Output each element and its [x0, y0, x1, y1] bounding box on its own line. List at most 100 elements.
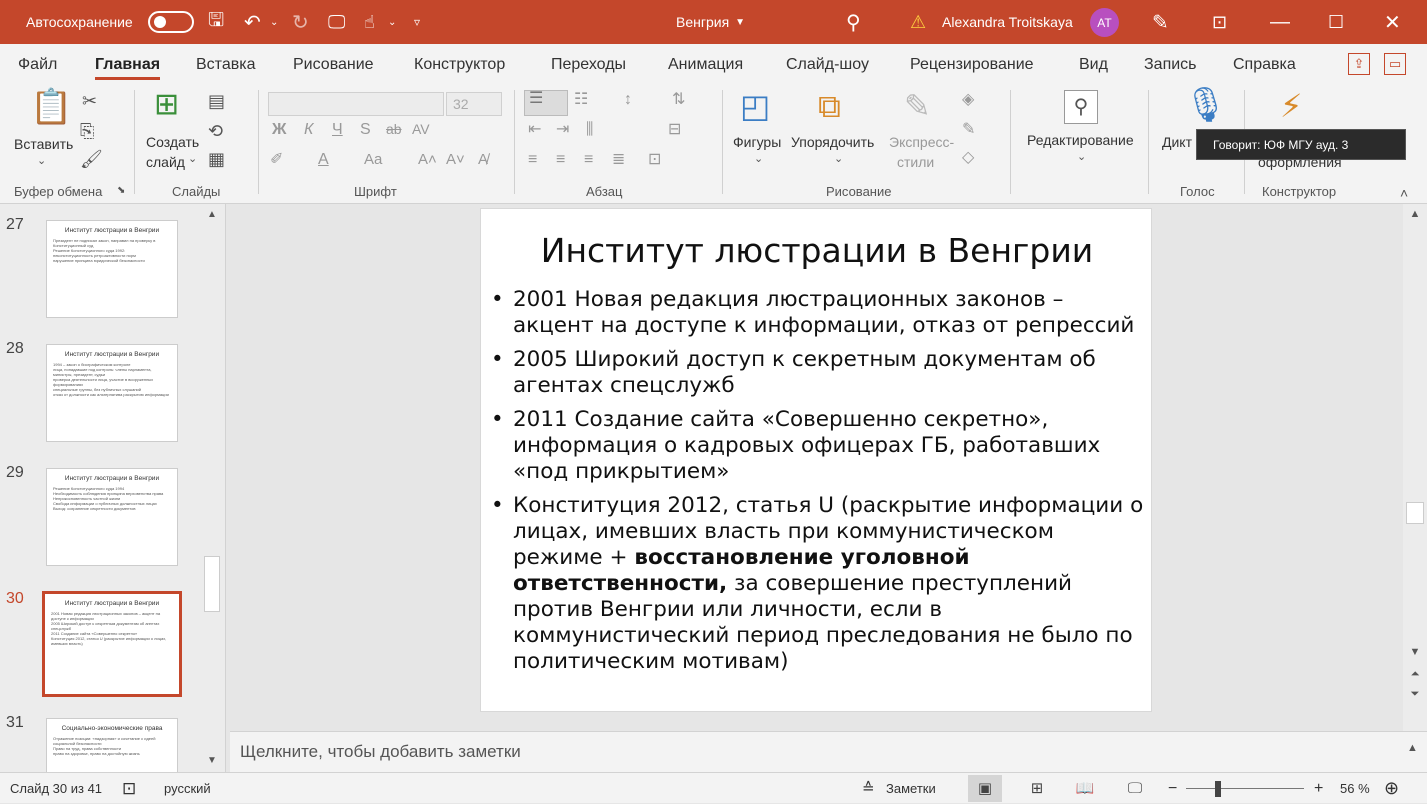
columns-icon[interactable]: ⫼ — [586, 122, 593, 138]
avatar[interactable]: AT — [1090, 8, 1119, 37]
shadow-icon[interactable]: S — [360, 122, 371, 138]
slide-thumbnail-30[interactable]: Институт люстрации в Венгрии 2001 Новая … — [42, 591, 182, 697]
next-slide-icon[interactable]: ⏷ — [1403, 688, 1427, 701]
warning-icon[interactable]: ⚠ — [910, 0, 926, 44]
decrease-indent-icon[interactable]: ⇤ — [528, 122, 541, 138]
notes-pane[interactable]: Щелкните, чтобы добавить заметки ▲ — [230, 731, 1427, 772]
tab-file[interactable]: Файл — [18, 44, 57, 84]
share-icon[interactable]: ⇪ — [1348, 53, 1370, 75]
reset-icon[interactable]: ⟲ — [208, 122, 223, 140]
reading-view-icon[interactable]: 📖 — [1068, 775, 1102, 802]
shape-fill-icon[interactable]: ◈ — [962, 92, 974, 108]
smartart-icon[interactable]: ⊡ — [648, 152, 661, 168]
arrange-button[interactable]: Упорядочить — [791, 134, 874, 150]
tab-home[interactable]: Главная — [95, 44, 161, 84]
undo-dropdown-icon[interactable]: ⌄ — [270, 0, 278, 44]
comments-icon[interactable]: ▭ — [1384, 53, 1406, 75]
slide-thumbnail-29[interactable]: Институт люстрации в Венгрии Решение Кон… — [46, 468, 178, 566]
notes-icon[interactable]: ≙ — [862, 773, 875, 804]
quick-styles-icon[interactable]: ✎ — [904, 90, 931, 122]
microphone-icon[interactable]: 🎙 — [1184, 88, 1227, 122]
editing-dropdown-icon[interactable]: ⌄ — [1077, 152, 1086, 163]
zoom-in-icon[interactable]: + — [1314, 773, 1323, 804]
slide-counter[interactable]: Слайд 30 из 41 — [10, 773, 102, 804]
save-icon[interactable]: 🖫 — [208, 0, 224, 44]
undo-icon[interactable]: ↶ — [244, 0, 261, 44]
tab-transitions[interactable]: Переходы — [551, 44, 626, 84]
slide-title[interactable]: Институт люстрации в Венгрии — [481, 231, 1153, 270]
shapes-button[interactable]: Фигуры — [733, 134, 781, 150]
justify-icon[interactable]: ≣ — [612, 152, 625, 168]
notes-placeholder[interactable]: Щелкните, чтобы добавить заметки — [240, 742, 521, 762]
slideshow-view-icon[interactable]: 🖵 — [1118, 775, 1152, 802]
tab-view[interactable]: Вид — [1079, 44, 1108, 84]
align-right-icon[interactable]: ≡ — [584, 152, 593, 168]
pen-icon[interactable]: ✎ — [1152, 0, 1169, 44]
char-spacing-icon[interactable]: AV — [412, 122, 430, 136]
close-icon[interactable]: ✕ — [1384, 0, 1401, 44]
shape-effects-icon[interactable]: ◇ — [962, 150, 974, 166]
search-icon[interactable]: ⚲ — [846, 0, 861, 44]
strikethrough-icon[interactable]: ab — [386, 122, 402, 136]
clear-formatting-icon[interactable]: A̸ — [478, 152, 488, 167]
font-name-combobox[interactable] — [268, 92, 444, 116]
section-icon[interactable]: ▦ — [208, 150, 225, 168]
notes-scroll-icon[interactable]: ▲ — [1407, 742, 1418, 754]
present-icon[interactable]: 🖵 — [328, 0, 345, 44]
paste-button[interactable]: Вставить — [14, 136, 73, 152]
tab-insert[interactable]: Вставка — [196, 44, 255, 84]
tab-help[interactable]: Справка — [1233, 44, 1296, 84]
editing-button[interactable]: Редактирование — [1027, 132, 1134, 148]
thumbnails-scrollbar[interactable]: ▲ ▼ — [202, 204, 222, 772]
italic-icon[interactable]: К — [304, 122, 313, 138]
scroll-up-icon[interactable]: ▲ — [1403, 208, 1427, 220]
underline-icon[interactable]: Ч — [332, 122, 343, 138]
shapes-icon[interactable]: ◰ — [740, 90, 770, 122]
paste-icon[interactable]: 📋 — [30, 90, 72, 124]
shrink-font-icon[interactable]: A˅ — [446, 152, 465, 167]
arrange-icon[interactable]: ⧉ — [818, 90, 841, 122]
new-slide-icon[interactable]: ⊞ — [154, 90, 179, 120]
new-slide-button-line2[interactable]: слайд — [146, 154, 185, 170]
tab-design[interactable]: Конструктор — [414, 44, 505, 84]
font-color-icon[interactable]: A — [318, 152, 329, 168]
quick-styles-line1[interactable]: Экспресс- — [889, 134, 954, 150]
collapse-ribbon-icon[interactable]: ˄ — [1400, 186, 1408, 200]
document-title[interactable]: Венгрия ▼ — [676, 0, 745, 44]
arrange-dropdown-icon[interactable]: ⌄ — [834, 154, 843, 165]
previous-slide-icon[interactable]: ⏶ — [1403, 668, 1427, 681]
accessibility-icon[interactable]: ⊡ — [122, 773, 136, 804]
touch-mode-icon[interactable]: ☝ — [364, 0, 375, 44]
highlight-icon[interactable]: ✐ — [270, 152, 283, 168]
canvas-scrollbar[interactable]: ▲ ▼ ⏶ ⏷ — [1403, 204, 1427, 731]
fit-to-window-icon[interactable]: ⊕ — [1384, 773, 1399, 804]
scroll-up-icon[interactable]: ▲ — [202, 206, 222, 224]
tab-animations[interactable]: Анимация — [668, 44, 743, 84]
align-text-icon[interactable]: ⊟ — [668, 122, 681, 138]
zoom-slider-knob[interactable] — [1215, 781, 1221, 797]
layout-icon[interactable]: ▤ — [208, 92, 225, 110]
scroll-down-icon[interactable]: ▼ — [202, 752, 222, 770]
slide-thumbnail-31[interactable]: Социально-экономические права Отражение … — [46, 718, 178, 772]
zoom-level[interactable]: 56 % — [1340, 773, 1370, 804]
font-size-combobox[interactable]: 32 — [446, 92, 502, 116]
slide-sorter-icon[interactable]: ⊞ — [1020, 775, 1054, 802]
new-slide-button-line1[interactable]: Создать — [146, 134, 199, 150]
zoom-out-icon[interactable]: − — [1168, 773, 1177, 804]
ribbon-display-icon[interactable]: ⊡ — [1212, 0, 1227, 44]
paste-dropdown-icon[interactable]: ⌄ — [37, 156, 46, 167]
editing-search-icon[interactable]: ⚲ — [1064, 90, 1098, 124]
tab-draw[interactable]: Рисование — [293, 44, 374, 84]
scrollbar-thumb[interactable] — [204, 556, 220, 612]
clipboard-launcher-icon[interactable]: ⬊ — [117, 186, 125, 196]
slide-bullets[interactable]: 2001 Новая редакция люстрационных законо… — [491, 287, 1146, 683]
tab-slideshow[interactable]: Слайд-шоу — [786, 44, 869, 84]
language-indicator[interactable]: русский — [164, 773, 211, 804]
autosave-toggle[interactable] — [148, 11, 194, 33]
change-case-icon[interactable]: Aa — [364, 152, 382, 167]
quick-styles-line2[interactable]: стили — [897, 154, 934, 170]
bold-icon[interactable]: Ж — [272, 122, 286, 138]
slide-thumbnail-28[interactable]: Институт люстрации в Венгрии 1994 – зако… — [46, 344, 178, 442]
format-painter-icon[interactable]: 🖌 — [80, 150, 103, 168]
align-left-icon[interactable]: ≡ — [528, 152, 537, 168]
